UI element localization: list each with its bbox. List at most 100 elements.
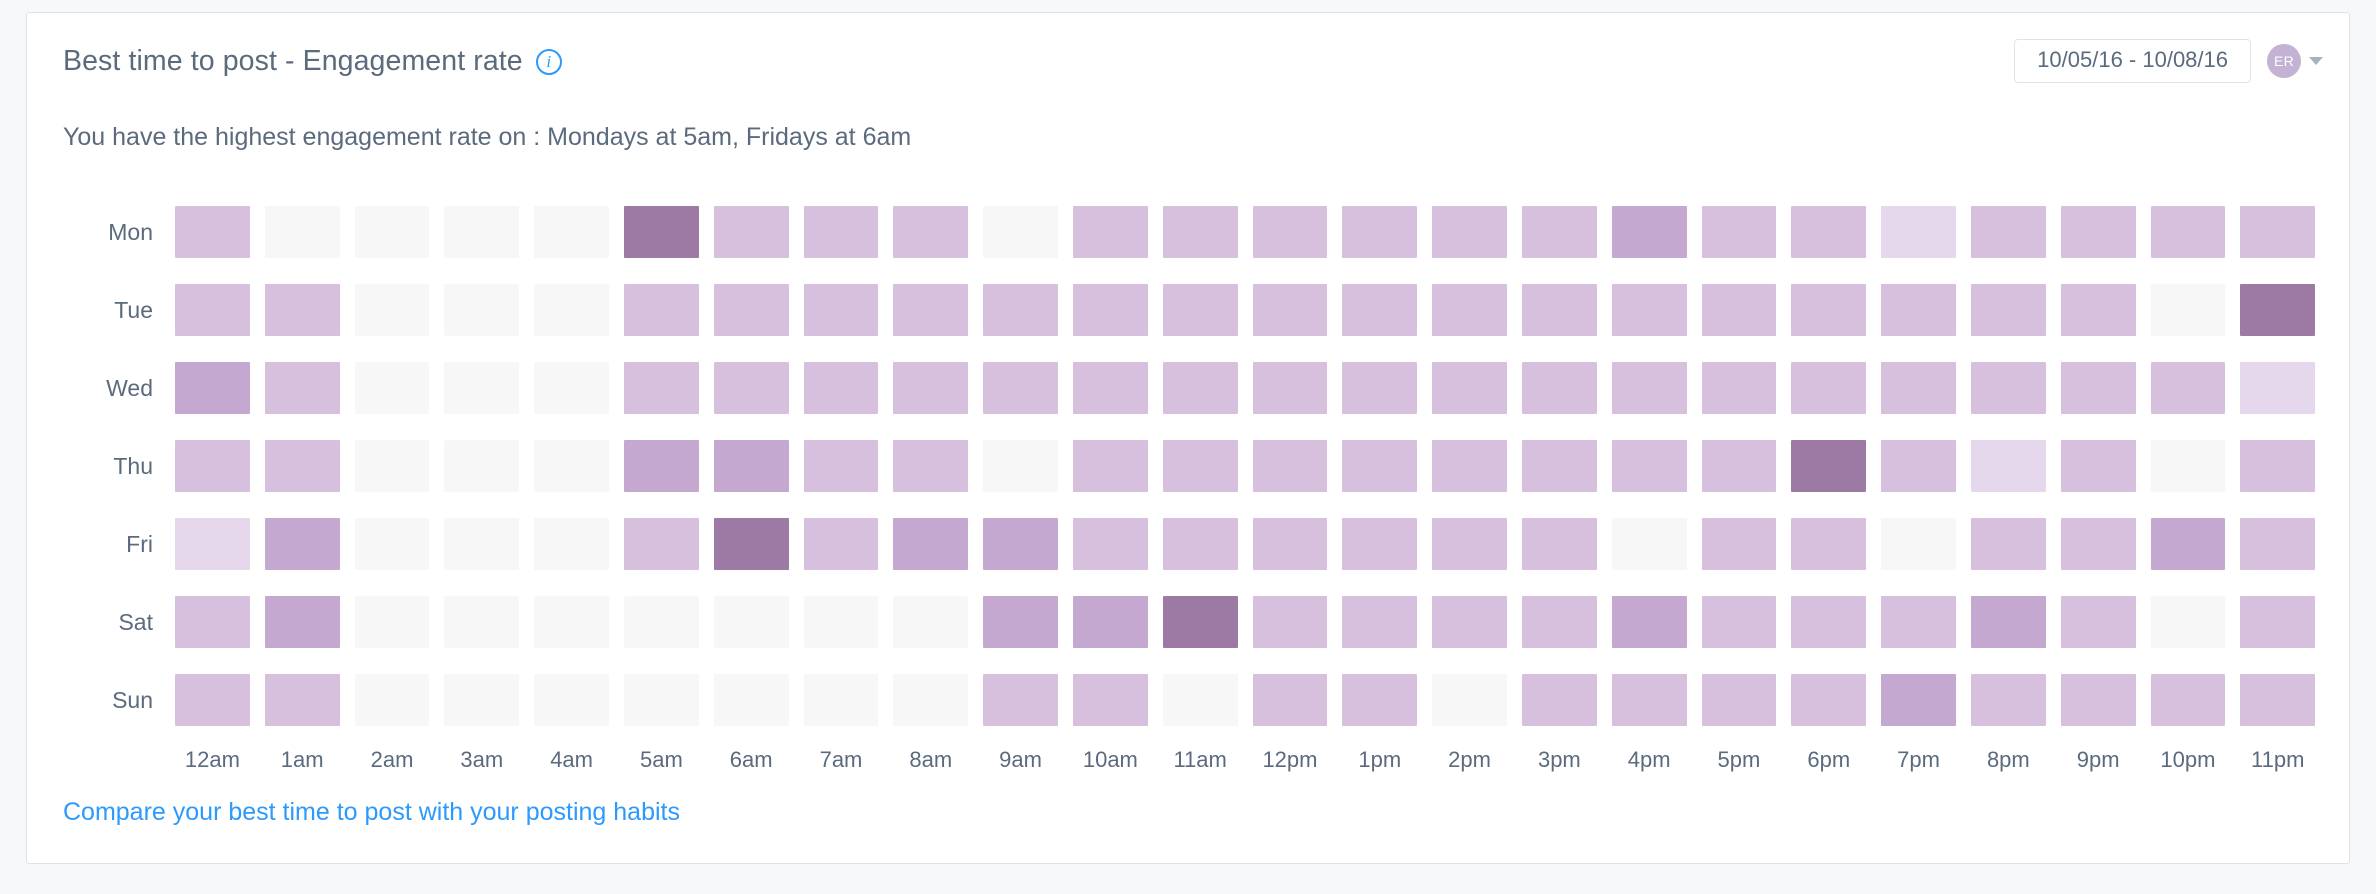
date-range-picker[interactable]: 10/05/16 - 10/08/16 [2014,39,2251,83]
heatmap-cell-fri-10am[interactable] [1072,518,1148,570]
heatmap-cell-mon-9pm[interactable] [2060,206,2136,258]
heatmap-cell-tue-11pm[interactable] [2240,284,2316,336]
heatmap-cell-sat-6am[interactable] [713,596,789,648]
heatmap-cell-sat-7am[interactable] [803,596,879,648]
heatmap-cell-tue-7am[interactable] [803,284,879,336]
heatmap-cell-tue-4pm[interactable] [1611,284,1687,336]
heatmap-cell-sat-9pm[interactable] [2060,596,2136,648]
heatmap-cell-sat-3pm[interactable] [1521,596,1597,648]
heatmap-cell-wed-2am[interactable] [354,362,430,414]
heatmap-cell-sat-4am[interactable] [534,596,609,648]
heatmap-cell-sat-4pm[interactable] [1611,596,1687,648]
heatmap-cell-fri-1pm[interactable] [1342,518,1418,570]
heatmap-cell-fri-7am[interactable] [803,518,879,570]
heatmap-cell-sat-12pm[interactable] [1252,596,1328,648]
heatmap-cell-tue-11am[interactable] [1162,284,1238,336]
heatmap-cell-thu-11pm[interactable] [2240,440,2316,492]
heatmap-cell-mon-7am[interactable] [803,206,879,258]
heatmap-cell-sat-11am[interactable] [1162,596,1238,648]
heatmap-cell-thu-1pm[interactable] [1342,440,1418,492]
heatmap-cell-mon-2am[interactable] [354,206,430,258]
heatmap-cell-fri-10pm[interactable] [2150,518,2226,570]
heatmap-cell-mon-1pm[interactable] [1342,206,1418,258]
heatmap-cell-tue-2pm[interactable] [1432,284,1507,336]
heatmap-cell-fri-7pm[interactable] [1881,518,1956,570]
heatmap-cell-thu-5am[interactable] [623,440,699,492]
heatmap-cell-wed-9am[interactable] [983,362,1058,414]
heatmap-cell-wed-2pm[interactable] [1432,362,1507,414]
heatmap-cell-tue-6am[interactable] [713,284,789,336]
heatmap-cell-fri-1am[interactable] [264,518,340,570]
heatmap-cell-mon-12pm[interactable] [1252,206,1328,258]
heatmap-cell-sun-5pm[interactable] [1701,674,1777,726]
heatmap-cell-wed-7pm[interactable] [1881,362,1956,414]
heatmap-cell-fri-9am[interactable] [983,518,1058,570]
heatmap-cell-mon-1am[interactable] [264,206,340,258]
heatmap-cell-fri-6am[interactable] [713,518,789,570]
heatmap-cell-thu-7am[interactable] [803,440,879,492]
heatmap-cell-sun-10pm[interactable] [2150,674,2226,726]
heatmap-cell-mon-9am[interactable] [983,206,1058,258]
heatmap-cell-tue-12am[interactable] [175,284,250,336]
heatmap-cell-thu-11am[interactable] [1162,440,1238,492]
heatmap-cell-fri-3am[interactable] [444,518,520,570]
heatmap-cell-sat-8pm[interactable] [1970,596,2046,648]
heatmap-cell-mon-8am[interactable] [893,206,969,258]
heatmap-cell-mon-11am[interactable] [1162,206,1238,258]
heatmap-cell-tue-9pm[interactable] [2060,284,2136,336]
heatmap-cell-wed-12pm[interactable] [1252,362,1328,414]
heatmap-cell-sat-11pm[interactable] [2240,596,2316,648]
heatmap-cell-wed-10am[interactable] [1072,362,1148,414]
heatmap-cell-fri-11am[interactable] [1162,518,1238,570]
heatmap-cell-mon-11pm[interactable] [2240,206,2316,258]
heatmap-cell-tue-3pm[interactable] [1521,284,1597,336]
heatmap-cell-sun-8pm[interactable] [1970,674,2046,726]
heatmap-cell-mon-8pm[interactable] [1970,206,2046,258]
heatmap-cell-fri-2pm[interactable] [1432,518,1507,570]
heatmap-cell-wed-4am[interactable] [534,362,609,414]
heatmap-cell-fri-8am[interactable] [893,518,969,570]
heatmap-cell-thu-10am[interactable] [1072,440,1148,492]
heatmap-cell-tue-1pm[interactable] [1342,284,1418,336]
heatmap-cell-wed-5pm[interactable] [1701,362,1777,414]
heatmap-cell-wed-11pm[interactable] [2240,362,2316,414]
heatmap-cell-sun-11am[interactable] [1162,674,1238,726]
heatmap-cell-thu-9am[interactable] [983,440,1058,492]
heatmap-cell-sat-10pm[interactable] [2150,596,2226,648]
heatmap-cell-wed-8pm[interactable] [1970,362,2046,414]
heatmap-cell-tue-5am[interactable] [623,284,699,336]
heatmap-cell-sat-2pm[interactable] [1432,596,1507,648]
heatmap-cell-wed-9pm[interactable] [2060,362,2136,414]
heatmap-cell-wed-1pm[interactable] [1342,362,1418,414]
heatmap-cell-fri-4am[interactable] [534,518,609,570]
heatmap-cell-fri-4pm[interactable] [1611,518,1687,570]
heatmap-cell-sat-7pm[interactable] [1881,596,1956,648]
heatmap-cell-sat-6pm[interactable] [1791,596,1867,648]
heatmap-cell-sun-9pm[interactable] [2060,674,2136,726]
heatmap-cell-tue-5pm[interactable] [1701,284,1777,336]
heatmap-cell-sun-1am[interactable] [264,674,340,726]
heatmap-cell-sun-12pm[interactable] [1252,674,1328,726]
heatmap-cell-tue-8am[interactable] [893,284,969,336]
heatmap-cell-thu-6am[interactable] [713,440,789,492]
heatmap-cell-sun-6pm[interactable] [1791,674,1867,726]
heatmap-cell-sun-4pm[interactable] [1611,674,1687,726]
heatmap-cell-thu-12pm[interactable] [1252,440,1328,492]
heatmap-cell-mon-10pm[interactable] [2150,206,2226,258]
heatmap-cell-sat-10am[interactable] [1072,596,1148,648]
heatmap-cell-sun-3am[interactable] [444,674,520,726]
heatmap-cell-thu-9pm[interactable] [2060,440,2136,492]
heatmap-cell-fri-2am[interactable] [354,518,430,570]
heatmap-cell-sat-5pm[interactable] [1701,596,1777,648]
heatmap-cell-wed-5am[interactable] [623,362,699,414]
heatmap-cell-sun-10am[interactable] [1072,674,1148,726]
heatmap-cell-tue-3am[interactable] [444,284,520,336]
heatmap-cell-mon-5pm[interactable] [1701,206,1777,258]
heatmap-cell-sat-9am[interactable] [983,596,1058,648]
heatmap-cell-wed-7am[interactable] [803,362,879,414]
heatmap-cell-sun-12am[interactable] [175,674,250,726]
info-icon[interactable]: i [535,48,562,75]
heatmap-cell-sun-3pm[interactable] [1521,674,1597,726]
heatmap-cell-thu-7pm[interactable] [1881,440,1956,492]
account-menu[interactable]: ER [2267,44,2323,78]
